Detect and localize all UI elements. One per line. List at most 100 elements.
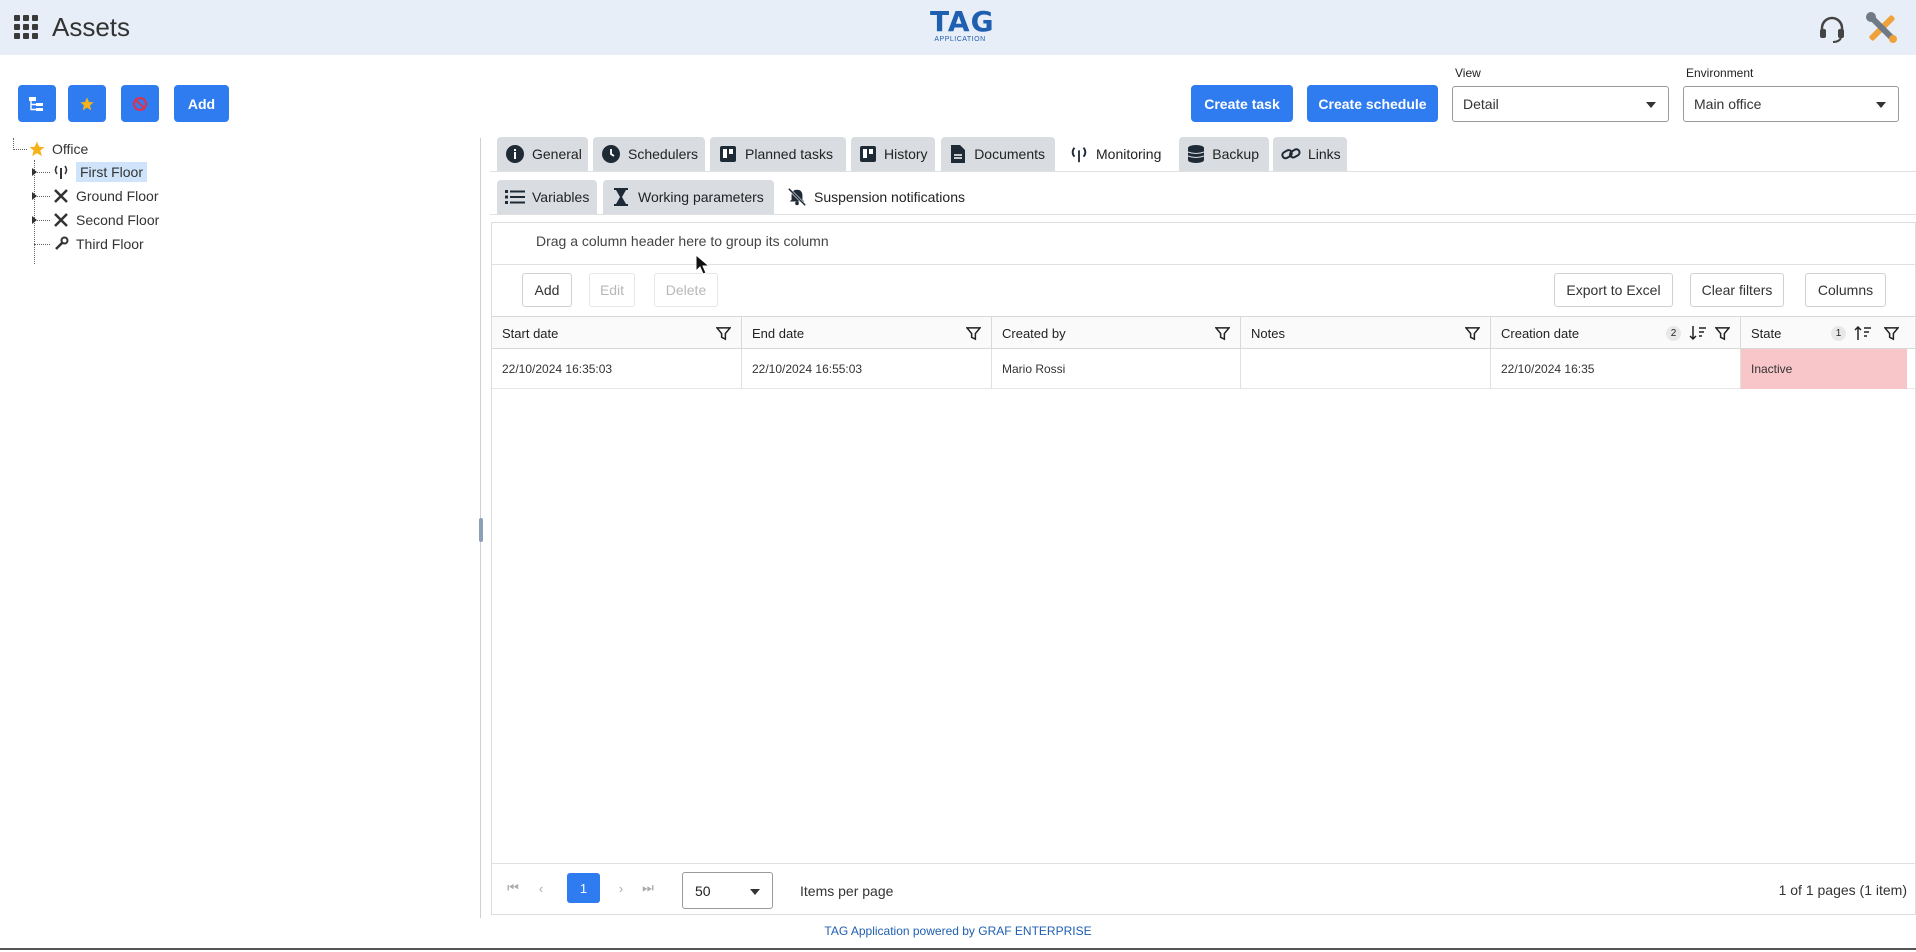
antenna-icon bbox=[52, 163, 70, 181]
cell-notes bbox=[1241, 349, 1491, 389]
grid-add-button[interactable]: Add bbox=[522, 273, 572, 307]
environment-select[interactable]: Main office bbox=[1683, 86, 1899, 122]
expand-icon[interactable] bbox=[32, 216, 37, 224]
chevron-down-icon bbox=[1646, 102, 1656, 108]
grid-edit-button[interactable]: Edit bbox=[589, 273, 635, 307]
ban-icon bbox=[133, 96, 147, 111]
cell-creation-date: 22/10/2024 16:35 bbox=[1491, 349, 1741, 389]
bell-slash-icon bbox=[787, 187, 807, 207]
grid-header: Start date End date Created by Notes Cre… bbox=[492, 316, 1916, 350]
mouse-cursor-icon bbox=[695, 254, 711, 275]
favorites-button[interactable] bbox=[68, 85, 106, 122]
expand-icon[interactable] bbox=[32, 168, 37, 176]
last-page-icon[interactable]: ⏭ bbox=[641, 880, 655, 895]
tab-links[interactable]: Links bbox=[1273, 137, 1347, 171]
subtab-working-parameters[interactable]: Working parameters bbox=[603, 180, 774, 214]
export-excel-button[interactable]: Export to Excel bbox=[1554, 273, 1673, 307]
tools-icon[interactable] bbox=[1864, 10, 1900, 46]
sort-descending-icon[interactable] bbox=[1689, 325, 1707, 341]
items-per-page-label: Items per page bbox=[800, 883, 894, 899]
prev-page-icon[interactable]: ‹ bbox=[534, 881, 548, 896]
chevron-down-icon bbox=[750, 889, 760, 895]
tab-monitoring[interactable]: Monitoring bbox=[1061, 137, 1174, 171]
view-label: View bbox=[1455, 66, 1481, 80]
filter-icon[interactable] bbox=[1465, 326, 1480, 341]
column-header-created-by[interactable]: Created by bbox=[992, 317, 1241, 350]
info-icon bbox=[505, 144, 525, 164]
group-hint[interactable]: Drag a column header here to group its c… bbox=[536, 233, 829, 249]
clear-filters-button[interactable]: Clear filters bbox=[1690, 273, 1784, 307]
board-icon bbox=[859, 144, 877, 164]
page-info: 1 of 1 pages (1 item) bbox=[1778, 882, 1907, 898]
tab-planned-tasks[interactable]: Planned tasks bbox=[710, 137, 846, 171]
board-icon bbox=[718, 144, 738, 164]
star-icon bbox=[80, 96, 94, 110]
filter-icon[interactable] bbox=[966, 326, 981, 341]
tree-item-third-floor[interactable]: Third Floor bbox=[52, 233, 144, 255]
suspension-grid: Drag a column header here to group its c… bbox=[491, 222, 1916, 915]
column-header-state[interactable]: State 1 bbox=[1741, 317, 1916, 350]
app-logo: TAG APPLICATION bbox=[930, 5, 995, 44]
headset-icon[interactable] bbox=[1817, 14, 1847, 44]
items-per-page-select[interactable]: 50 bbox=[682, 872, 773, 909]
tree-item-ground-floor[interactable]: Ground Floor bbox=[52, 185, 158, 207]
subtab-suspension-notifications[interactable]: Suspension notifications bbox=[779, 180, 977, 214]
add-button[interactable]: Add bbox=[174, 85, 229, 122]
table-row[interactable]: 22/10/2024 16:35:03 22/10/2024 16:55:03 … bbox=[492, 349, 1915, 389]
document-icon bbox=[949, 144, 967, 164]
chevron-down-icon bbox=[1876, 102, 1886, 108]
filter-icon[interactable] bbox=[1884, 326, 1899, 341]
tree-item-first-floor[interactable]: First Floor bbox=[52, 161, 147, 183]
sort-ascending-icon[interactable] bbox=[1854, 325, 1872, 341]
expand-icon[interactable] bbox=[32, 192, 37, 200]
cell-start-date: 22/10/2024 16:35:03 bbox=[492, 349, 742, 389]
columns-button[interactable]: Columns bbox=[1805, 273, 1886, 307]
cell-end-date: 22/10/2024 16:55:03 bbox=[742, 349, 992, 389]
app-footer: TAG Application powered by GRAF ENTERPRI… bbox=[824, 924, 1092, 938]
tab-documents[interactable]: Documents bbox=[941, 137, 1055, 171]
tab-schedulers[interactable]: Schedulers bbox=[593, 137, 705, 171]
tree-item-second-floor[interactable]: Second Floor bbox=[52, 209, 159, 231]
cell-created-by: Mario Rossi bbox=[992, 349, 1241, 389]
apps-grid-icon[interactable] bbox=[14, 15, 38, 39]
page-title: Assets bbox=[52, 12, 131, 42]
tools-icon bbox=[52, 187, 70, 205]
create-task-button[interactable]: Create task bbox=[1191, 85, 1293, 122]
hourglass-icon bbox=[611, 187, 631, 207]
view-select[interactable]: Detail bbox=[1452, 86, 1669, 122]
tab-general[interactable]: General bbox=[497, 137, 588, 171]
tools-icon bbox=[52, 211, 70, 229]
environment-label: Environment bbox=[1686, 66, 1754, 80]
tree-view-button[interactable] bbox=[18, 85, 56, 122]
grid-delete-button[interactable]: Delete bbox=[654, 273, 718, 307]
first-page-icon[interactable]: ⏮ bbox=[506, 880, 520, 895]
wrench-icon bbox=[52, 235, 70, 253]
column-header-end-date[interactable]: End date bbox=[742, 317, 992, 350]
next-page-icon[interactable]: › bbox=[614, 881, 628, 896]
list-icon bbox=[505, 187, 525, 207]
column-header-notes[interactable]: Notes bbox=[1241, 317, 1491, 350]
app-header: Assets TAG APPLICATION bbox=[0, 0, 1916, 55]
tree-item-office[interactable]: Office bbox=[28, 138, 88, 160]
link-icon bbox=[1281, 144, 1301, 164]
sort-order-badge: 2 bbox=[1666, 326, 1681, 341]
antenna-icon bbox=[1069, 144, 1089, 164]
filter-icon[interactable] bbox=[716, 326, 731, 341]
subtab-variables[interactable]: Variables bbox=[497, 180, 597, 214]
sort-order-badge: 1 bbox=[1831, 326, 1846, 341]
filter-icon[interactable] bbox=[1715, 326, 1730, 341]
cell-state: Inactive bbox=[1741, 349, 1907, 389]
filter-icon[interactable] bbox=[1215, 326, 1230, 341]
hierarchy-icon bbox=[29, 96, 43, 111]
column-header-creation-date[interactable]: Creation date 2 bbox=[1491, 317, 1741, 350]
create-schedule-button[interactable]: Create schedule bbox=[1307, 85, 1438, 122]
column-header-start-date[interactable]: Start date bbox=[492, 317, 742, 350]
tab-history[interactable]: History bbox=[851, 137, 935, 171]
page-button-current[interactable]: 1 bbox=[567, 873, 600, 903]
tab-backup[interactable]: Backup bbox=[1179, 137, 1269, 171]
database-icon bbox=[1187, 144, 1205, 164]
clock-icon bbox=[601, 144, 621, 164]
splitter-handle[interactable] bbox=[479, 518, 483, 542]
disable-button[interactable] bbox=[121, 85, 159, 122]
star-icon bbox=[28, 140, 46, 158]
